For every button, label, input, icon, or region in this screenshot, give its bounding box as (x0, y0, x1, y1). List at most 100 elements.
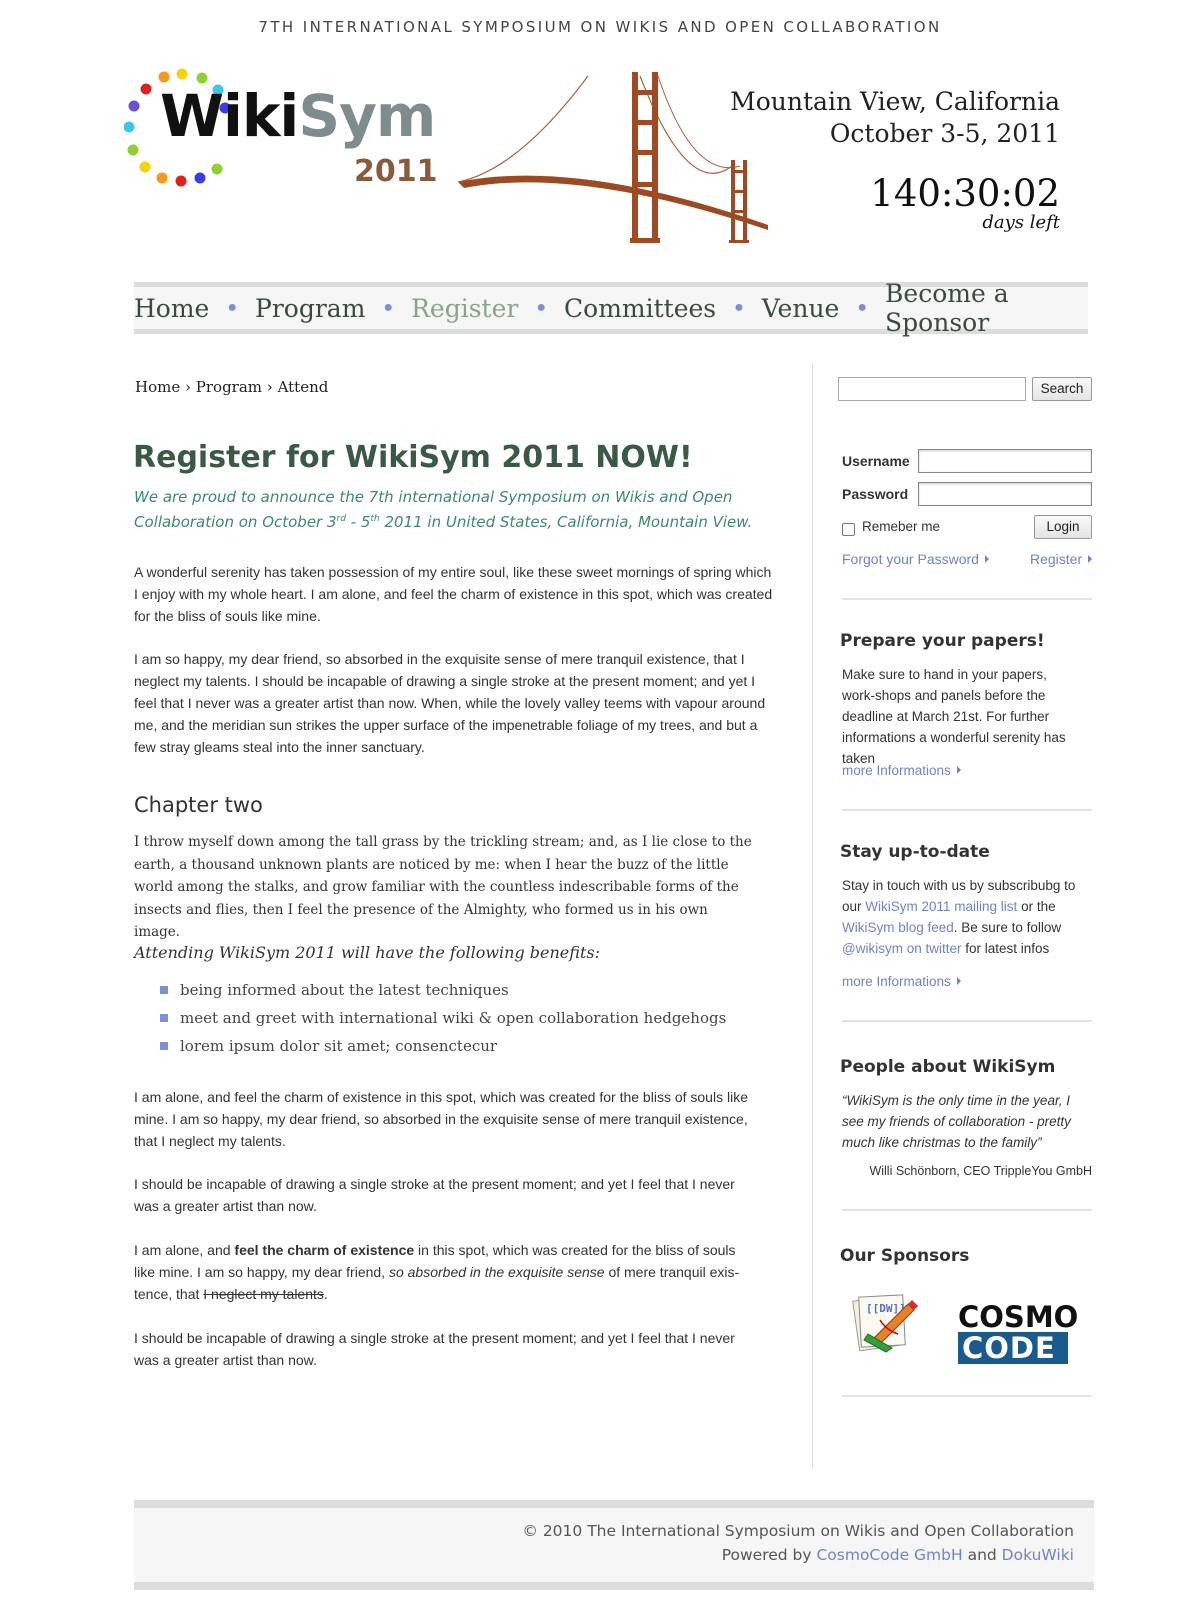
benefits-list: being informed about the latest techniqu… (160, 976, 726, 1060)
nav-separator-dot: ● (536, 299, 547, 316)
and-text: and (962, 1546, 1002, 1564)
intro-line-2c: 2011 in United States, California, Mount… (379, 513, 753, 531)
sidebar-divider (842, 809, 1092, 811)
sidebar-divider (842, 598, 1092, 600)
nav-separator-dot: ● (857, 299, 868, 316)
wikisym-logo[interactable]: WikiSym 2011 (124, 68, 444, 198)
list-item: meet and greet with international wiki &… (160, 1004, 726, 1032)
username-field[interactable] (918, 449, 1092, 473)
papers-text: Make sure to hand in your papers, work-s… (842, 667, 1066, 766)
breadcrumb-separator: › (266, 378, 273, 396)
forgot-password-text: Forgot your Password (842, 551, 979, 567)
caret-right-icon (1088, 555, 1093, 563)
breadcrumb-home[interactable]: Home (135, 378, 180, 396)
username-label: Username (842, 453, 910, 469)
uptodate-text: Stay in touch with us by subscribubg to … (842, 875, 1088, 959)
column-divider (812, 364, 813, 1468)
uptodate-text-part: or the (1017, 899, 1056, 914)
paragraph-7: I should be incapable of drawing a singl… (134, 1330, 735, 1368)
cosmocode-sponsor-logo[interactable]: COSMO CODE (958, 1300, 1079, 1364)
sponsors-heading: Our Sponsors (840, 1246, 970, 1266)
uptodate-more-link[interactable]: more Informations (842, 974, 961, 989)
uptodate-text-part: for latest infos (961, 941, 1050, 956)
breadcrumb-attend: Attend (277, 378, 329, 396)
breadcrumb-program[interactable]: Program (196, 378, 262, 396)
sidebar-divider (842, 1209, 1092, 1211)
password-label: Password (842, 486, 909, 502)
caret-right-icon (956, 977, 961, 985)
paragraph-6: I am alone, and feel the charm of existe… (134, 1239, 754, 1305)
dokuwiki-sponsor-logo[interactable]: [[DW]] (850, 1290, 924, 1354)
logo-year: 2011 (354, 154, 438, 189)
search-button[interactable]: Search (1032, 377, 1092, 401)
location-text: Mountain View, California (730, 87, 1060, 116)
p6-strike: I neglect my talents (203, 1286, 324, 1302)
intro-sup-rd: rd (336, 514, 346, 524)
nav-venue[interactable]: Venue (762, 294, 840, 323)
paragraph-1: A wonderful serenity has taken possessio… (134, 564, 773, 624)
p6-text: . (323, 1286, 328, 1302)
nav-register[interactable]: Register (411, 294, 518, 323)
breadcrumb-separator: › (185, 378, 191, 396)
page-title: Register for WikiSym 2011 NOW! (133, 440, 693, 475)
footer: © 2010 The International Symposium on Wi… (134, 1500, 1094, 1590)
p6-bold: feel the charm of existence (234, 1242, 415, 1258)
nav-separator-dot: ● (383, 299, 394, 316)
paragraph-3: I throw myself down among the tall grass… (134, 834, 752, 940)
p6-italic: so absorbed in the exquisite sense (388, 1264, 605, 1280)
intro-sup-th: th (370, 514, 380, 524)
testimonial-author: Willi Schönborn, CEO TrippleYou GmbH (869, 1164, 1092, 1178)
caret-right-icon (984, 555, 989, 563)
caret-right-icon (956, 766, 961, 774)
paragraph-5: I should be incapable of drawing a singl… (134, 1176, 735, 1214)
benefits-title: Attending WikiSym 2011 will have the fol… (134, 943, 600, 962)
papers-heading: Prepare your papers! (840, 631, 1045, 651)
mailing-list-link[interactable]: WikiSym 2011 mailing list (865, 899, 1017, 914)
intro-line-2: Collaboration on October 3 (134, 513, 337, 531)
uptodate-text-part: . Be sure to follow (953, 920, 1062, 935)
register-link[interactable]: Register (1030, 551, 1093, 567)
twitter-link[interactable]: @wikisym on twitter (842, 941, 961, 956)
password-field[interactable] (918, 482, 1092, 506)
breadcrumb: Home › Program › Attend (135, 378, 328, 396)
main-nav: Home ● Program ● Register ● Committees ●… (134, 279, 1088, 337)
nav-program[interactable]: Program (255, 294, 365, 323)
dokuwiki-link[interactable]: DokuWiki (1002, 1546, 1074, 1564)
intro-line-2b: - 5 (345, 513, 371, 531)
intro-text: We are proud to announce the 7th interna… (134, 486, 754, 533)
site-top-title: 7TH INTERNATIONAL SYMPOSIUM ON WIKIS AND… (258, 18, 942, 36)
list-item: being informed about the latest techniqu… (160, 976, 726, 1004)
nav-separator-dot: ● (734, 299, 744, 316)
forgot-password-link[interactable]: Forgot your Password (842, 551, 989, 567)
register-text: Register (1030, 551, 1083, 567)
dates-text: October 3-5, 2011 (829, 119, 1060, 148)
nav-separator-dot: ● (227, 299, 238, 316)
copyright-text: © 2010 The International Symposium on Wi… (522, 1522, 1074, 1540)
list-item: lorem ipsum dolor sit amet; consenctecur (160, 1032, 726, 1060)
remember-me-checkbox[interactable] (842, 523, 855, 536)
cosmocode-logo-top: COSMO (958, 1300, 1079, 1334)
remember-me-label: Remeber me (862, 519, 941, 534)
more-info-text: more Informations (842, 974, 951, 989)
uptodate-heading: Stay up-to-date (840, 842, 990, 862)
cosmocode-link[interactable]: CosmoCode GmbH (816, 1546, 962, 1564)
search-input[interactable] (838, 377, 1026, 401)
sidebar-divider (842, 1395, 1092, 1397)
logo-wiki-text: Wiki (160, 82, 299, 150)
powered-by-text: Powered by (721, 1546, 817, 1564)
nav-committees[interactable]: Committees (564, 294, 716, 323)
intro-line-1: We are proud to announce the 7th interna… (134, 488, 733, 506)
paragraph-4: I am alone, and feel the charm of existe… (134, 1089, 748, 1149)
countdown-timer: 140:30:02 (870, 172, 1060, 215)
countdown-label: days left (982, 212, 1060, 233)
testimonial-quote: “WikiSym is the only time in the year, I… (842, 1093, 1071, 1150)
papers-more-link[interactable]: more Informations (842, 763, 961, 778)
login-button[interactable]: Login (1034, 515, 1092, 539)
powered-by: Powered by CosmoCode GmbH and DokuWiki (722, 1546, 1074, 1564)
paragraph-2: I am so happy, my dear friend, so absorb… (134, 651, 766, 755)
sidebar-divider (842, 1020, 1092, 1022)
chapter-heading: Chapter two (134, 793, 263, 817)
blog-feed-link[interactable]: WikiSym blog feed (842, 920, 954, 935)
nav-home[interactable]: Home (134, 294, 209, 323)
nav-become-sponsor[interactable]: Become a Sponsor (885, 279, 1088, 337)
